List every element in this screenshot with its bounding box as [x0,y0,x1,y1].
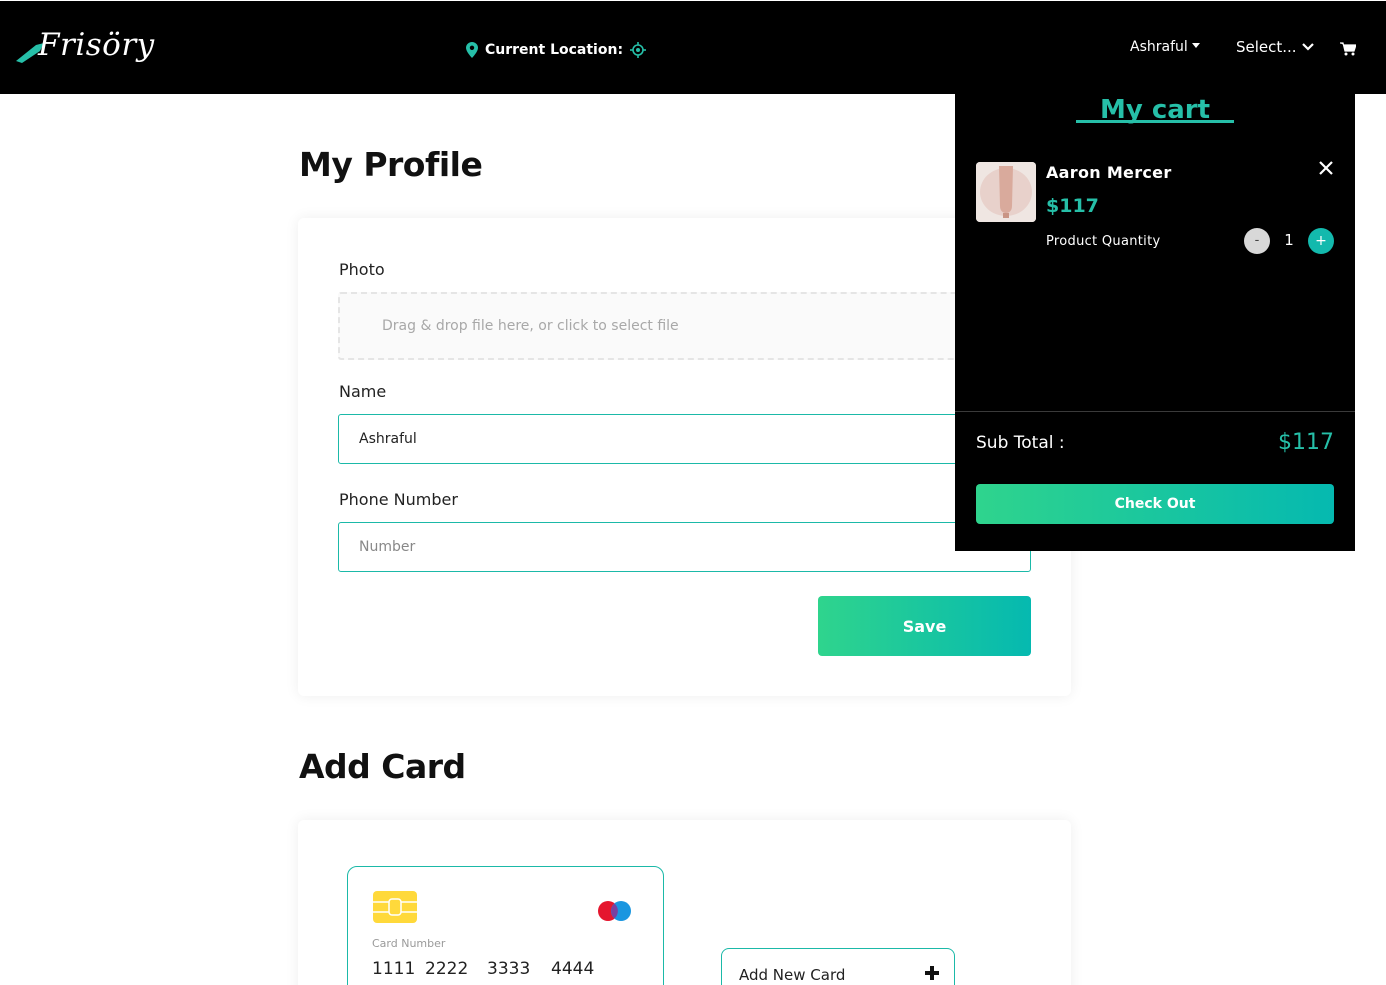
cart-item-quantity-label: Product Quantity [1046,234,1161,249]
card-number-group: 4444 [551,959,595,979]
subtotal-label: Sub Total : [976,433,1065,453]
add-new-card-label: Add New Card [739,966,846,984]
cart-divider [955,411,1355,412]
photo-label: Photo [339,260,385,279]
card-number-group: 3333 [487,959,531,979]
cart-button[interactable] [1340,41,1357,60]
plus-icon [925,966,939,980]
crosshair-icon[interactable] [630,42,647,58]
name-input[interactable] [338,414,1031,464]
phone-input[interactable] [338,522,1031,572]
top-navbar: Frisöry Current Location: Ashraful Selec… [0,1,1386,94]
card-number-group: 1111 [372,959,416,979]
card-brand-icon [598,901,631,921]
select-label: Select... [1236,38,1297,56]
name-label: Name [339,382,387,401]
cart-item-name: Aaron Mercer [1046,163,1172,182]
cart-item-price: $117 [1046,195,1099,217]
page-title: My Profile [299,145,483,184]
cart-icon [1340,42,1357,56]
location-pin-icon [466,42,478,58]
card-number-label: Card Number [372,937,446,950]
close-icon[interactable] [1319,161,1333,175]
phone-label: Phone Number [339,490,458,509]
logo[interactable]: Frisöry [14,27,154,75]
caret-down-icon [1191,43,1200,48]
location-select[interactable]: Select... [1236,38,1314,56]
quantity-increase-button[interactable]: + [1308,228,1334,254]
user-menu[interactable]: Ashraful [1130,39,1200,55]
chip-icon [373,891,417,923]
checkout-button[interactable]: Check Out [976,484,1334,524]
quantity-decrease-button[interactable]: - [1244,228,1270,254]
card-list-card: Card Number 1111 2222 3333 4444 Add New … [298,820,1071,985]
save-button[interactable]: Save [818,596,1031,656]
logo-text: Frisöry [38,27,155,63]
cart-panel: My cart Aaron Mercer $117 Product Quanti… [955,94,1355,551]
add-card-title: Add Card [299,747,466,786]
location-label: Current Location: [485,42,624,58]
cart-item-image [976,162,1036,222]
dropzone-text: Drag & drop file here, or click to selec… [382,318,679,334]
cart-title-underline [1076,120,1234,123]
card-number-group: 2222 [425,959,469,979]
photo-dropzone[interactable]: Drag & drop file here, or click to selec… [338,292,1031,360]
chevron-down-icon [1301,43,1314,51]
subtotal-value: $117 [1278,430,1334,455]
current-location[interactable]: Current Location: [466,39,647,61]
add-new-card-button[interactable]: Add New Card [721,948,955,985]
saved-credit-card[interactable]: Card Number 1111 2222 3333 4444 [347,866,664,985]
quantity-value: 1 [1284,231,1294,249]
user-name: Ashraful [1130,39,1188,55]
